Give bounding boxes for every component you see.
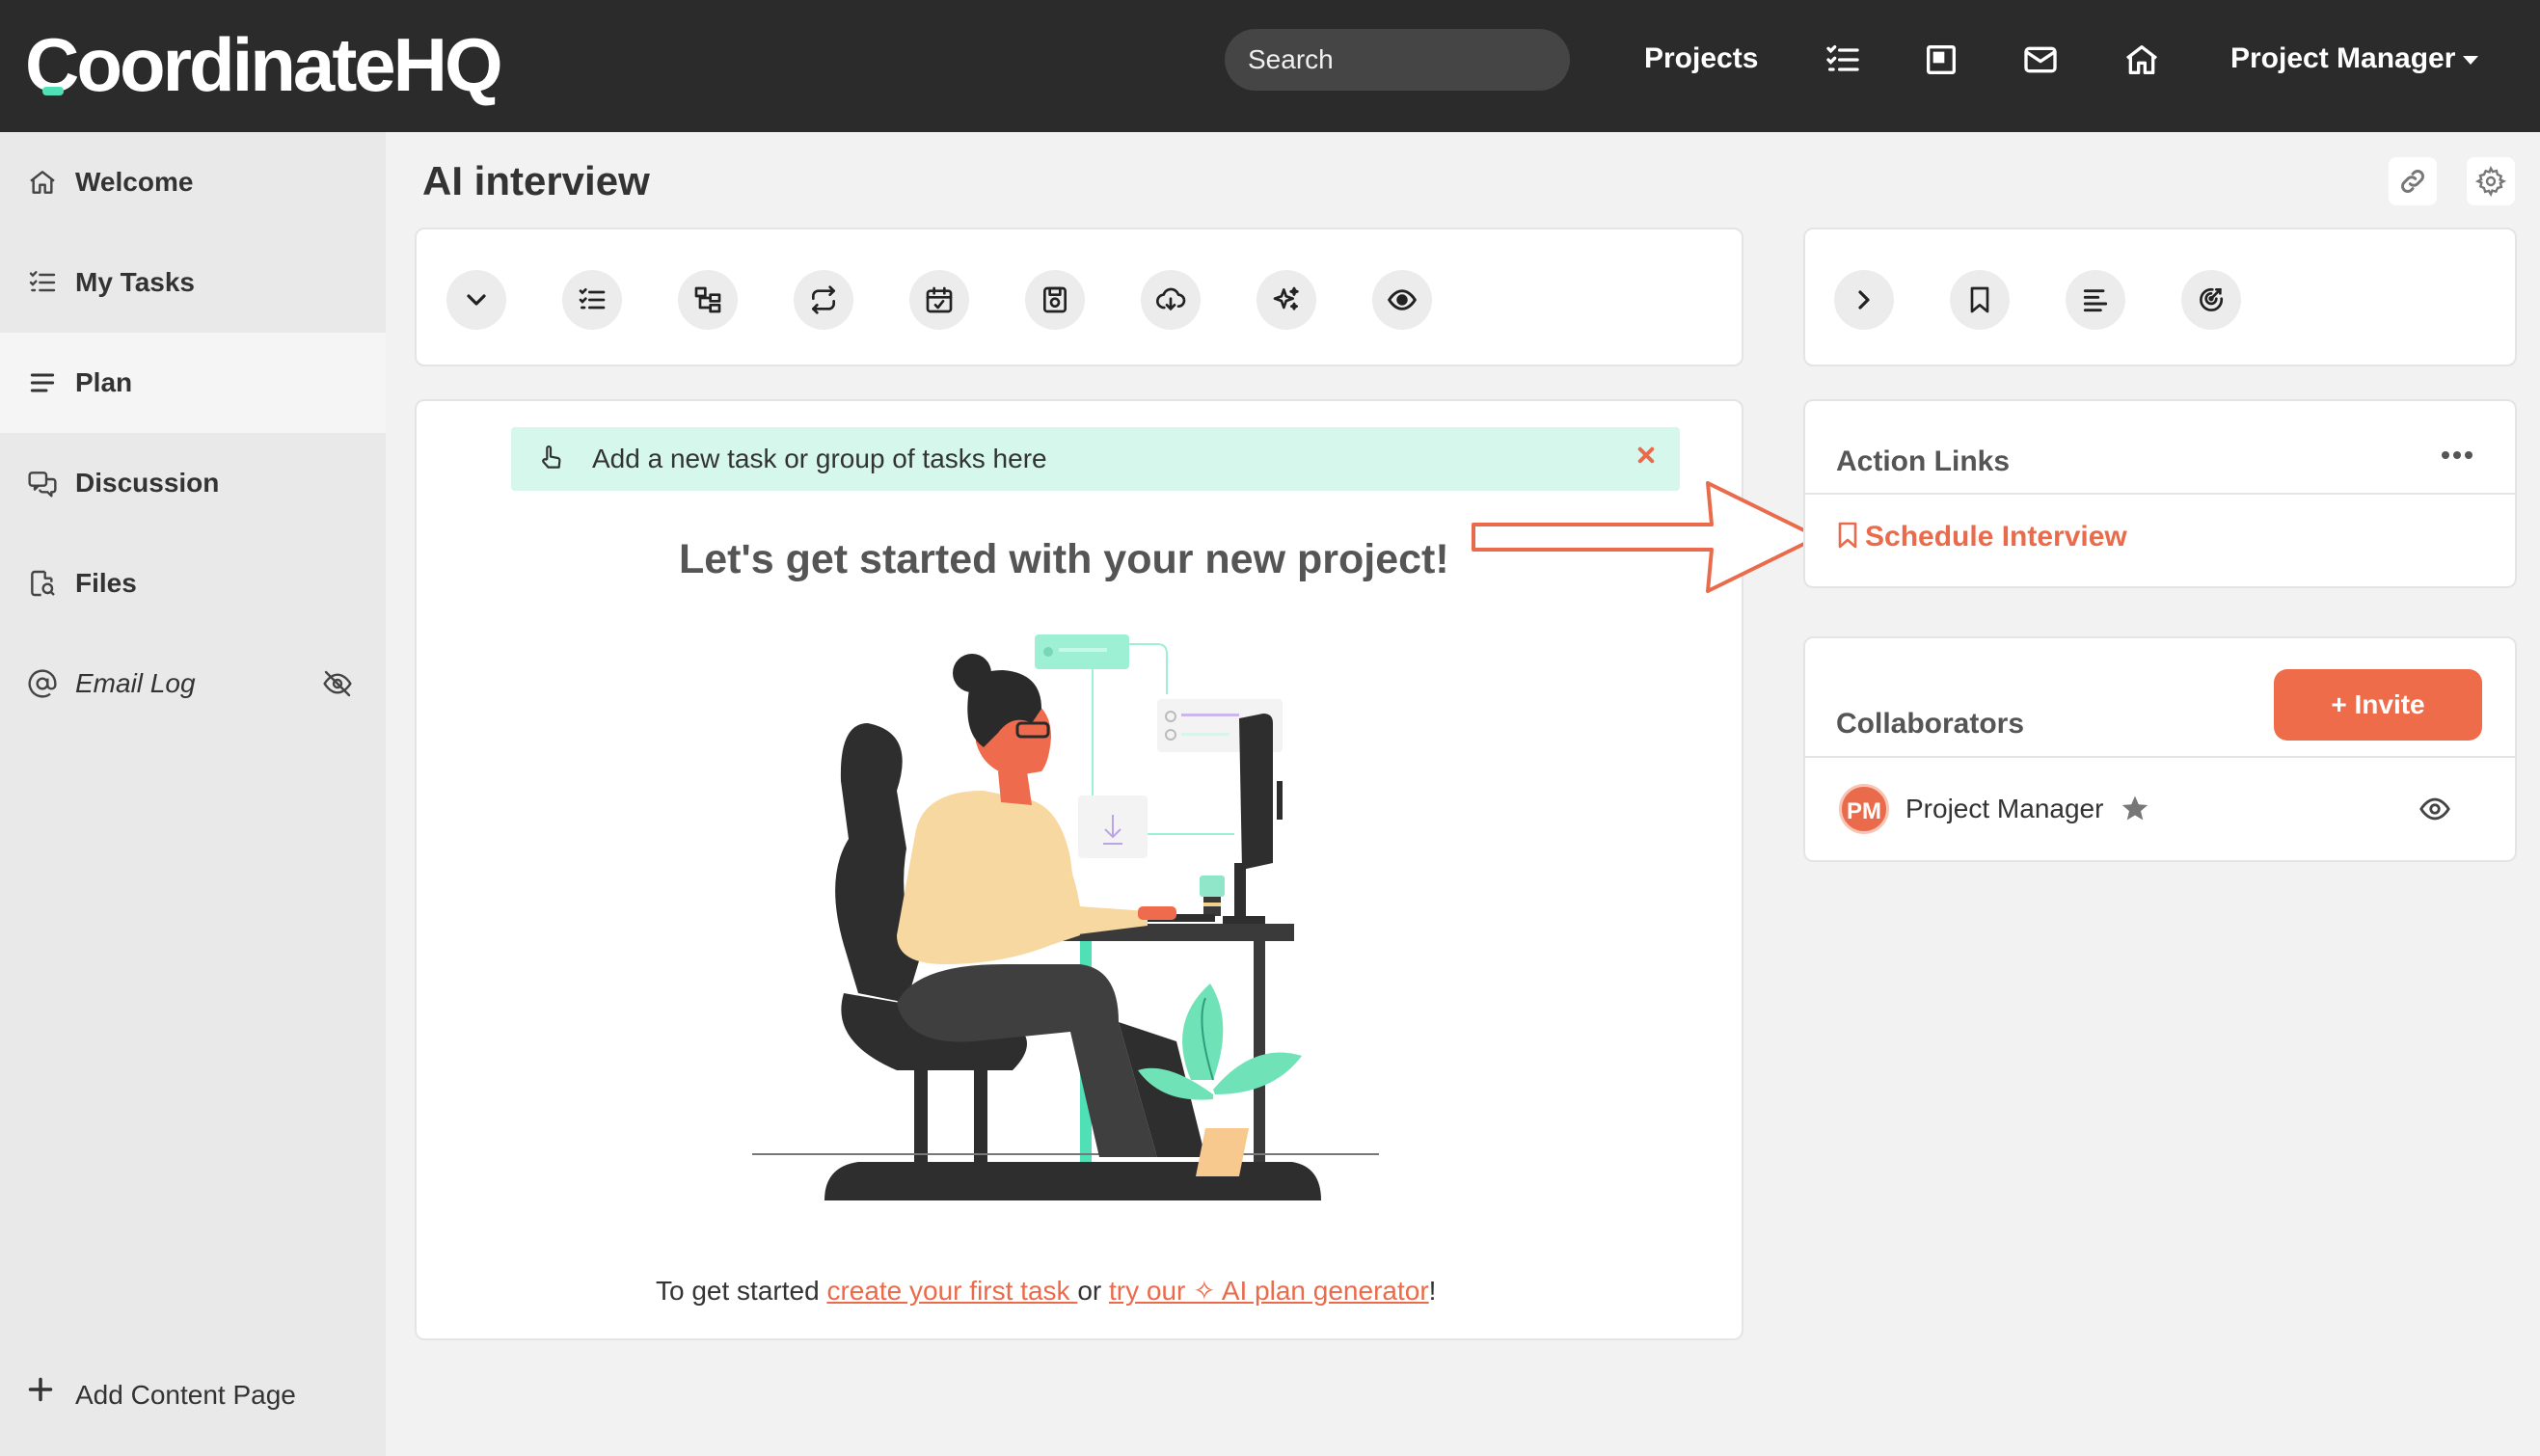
plus-icon: [28, 1377, 53, 1402]
collapse-button[interactable]: [446, 270, 506, 330]
divider: [1805, 756, 2515, 758]
settings-button[interactable]: [2467, 157, 2515, 205]
repeat-icon: [812, 285, 835, 314]
sidebar-item-plan[interactable]: Plan: [0, 333, 386, 433]
sidebar-item-discussion[interactable]: Discussion: [0, 433, 386, 533]
home-icon: [30, 171, 55, 194]
ai-plan-generator-link[interactable]: try our ✧ AI plan generator: [1109, 1276, 1429, 1306]
align-left-icon: [2083, 289, 2108, 312]
task-list-icon: [579, 288, 606, 310]
footer-suffix: !: [1428, 1276, 1437, 1306]
chevron-down-icon: [467, 294, 486, 306]
sidebar-item-label: Welcome: [75, 167, 194, 197]
chevron-right-icon: [1858, 290, 1870, 310]
plan-toolbar: [415, 228, 1743, 366]
logo[interactable]: CoordinateHQ: [25, 21, 503, 108]
schedule-interview-label: Schedule Interview: [1865, 521, 2127, 553]
gear-icon: [2475, 166, 2506, 197]
sidebar-item-label: Files: [75, 568, 137, 598]
mail-icon[interactable]: [2021, 40, 2060, 79]
dashboard-icon[interactable]: [1922, 40, 1960, 79]
sidebar-item-label: Plan: [75, 367, 133, 397]
cloud-download-icon: [1156, 287, 1186, 310]
right-panel-toolbar: [1803, 228, 2517, 366]
action-links-button[interactable]: [1950, 270, 2010, 330]
more-options-icon[interactable]: [2440, 447, 2474, 463]
divider: [1805, 493, 2515, 495]
save-template-button[interactable]: [1025, 270, 1085, 330]
summary-button[interactable]: [2066, 270, 2125, 330]
at-icon: [28, 669, 57, 698]
add-content-page-label: Add Content Page: [75, 1380, 296, 1410]
add-task-button[interactable]: [562, 270, 622, 330]
calendar-check-icon: [926, 286, 953, 313]
eye-icon[interactable]: [2418, 793, 2451, 825]
collaborator-name: Project Manager: [1905, 794, 2104, 823]
invite-button[interactable]: + Invite: [2274, 669, 2482, 741]
eye-icon: [1387, 289, 1418, 310]
add-content-page-button[interactable]: Add Content Page: [27, 1376, 296, 1410]
caret-down-icon: [2463, 55, 2479, 65]
schedule-button[interactable]: [909, 270, 969, 330]
footer-prefix: To get started: [656, 1276, 827, 1306]
user-menu-label: Project Manager: [2230, 42, 2456, 74]
target-icon: [2200, 287, 2224, 311]
goals-button[interactable]: [2181, 270, 2241, 330]
eye-off-icon[interactable]: [320, 668, 355, 699]
ai-generator-button[interactable]: [1256, 270, 1316, 330]
empty-state-illustration: [752, 634, 1379, 1200]
task-list-icon: [29, 271, 56, 292]
collaborators-title: Collaborators: [1836, 708, 2025, 740]
sidebar-item-label: Discussion: [75, 468, 220, 498]
download-button[interactable]: [1141, 270, 1201, 330]
empty-state-title: Let's get started with your new project!: [679, 536, 1449, 582]
sidebar-item-my-tasks[interactable]: My Tasks: [0, 232, 386, 333]
visibility-button[interactable]: [1372, 270, 1432, 330]
top-bar: CoordinateHQ Projects Project Manager: [0, 0, 2540, 132]
sidebar-item-label: My Tasks: [75, 267, 195, 297]
page-title: AI interview: [422, 158, 650, 203]
copy-link-button[interactable]: [2389, 157, 2437, 205]
get-started-text: To get started create your first task or…: [656, 1275, 1436, 1307]
sparkle-icon: [1273, 286, 1299, 310]
close-icon[interactable]: [1632, 441, 1661, 470]
menu-lines-icon: [30, 373, 55, 392]
hand-pointer-icon: [542, 445, 561, 469]
create-first-task-link[interactable]: create your first task: [826, 1276, 1077, 1306]
expand-panel-button[interactable]: [1834, 270, 1894, 330]
search-input[interactable]: [1225, 29, 1570, 91]
hierarchy-icon: [694, 286, 721, 313]
logo-accent: [42, 87, 64, 95]
action-links-title: Action Links: [1836, 445, 2011, 477]
chat-icon: [28, 472, 57, 498]
bookmark-icon: [1838, 522, 1857, 549]
footer-mid: or: [1077, 1276, 1109, 1306]
avatar: PM: [1839, 784, 1889, 834]
star-icon: [2121, 795, 2148, 821]
sidebar: Welcome My Tasks Plan Discussion Files E…: [0, 132, 386, 1456]
sidebar-item-files[interactable]: Files: [0, 533, 386, 634]
save-icon: [1043, 286, 1067, 313]
file-search-icon: [31, 570, 55, 597]
sidebar-item-label: Email Log: [75, 668, 196, 698]
user-menu[interactable]: Project Manager: [2230, 42, 2479, 75]
sidebar-item-email-log[interactable]: Email Log: [0, 634, 386, 734]
projects-link[interactable]: Projects: [1644, 42, 1758, 75]
sidebar-item-welcome[interactable]: Welcome: [0, 132, 386, 232]
banner-text: Add a new task or group of tasks here: [592, 444, 1047, 473]
schedule-interview-link[interactable]: Schedule Interview: [1836, 521, 2127, 553]
link-icon: [2401, 170, 2424, 193]
recurring-button[interactable]: [794, 270, 853, 330]
home-icon[interactable]: [2122, 40, 2161, 79]
annotation-arrow: [1472, 481, 1820, 593]
task-list-icon[interactable]: [1824, 40, 1862, 79]
bookmark-icon: [1970, 286, 1989, 313]
add-group-button[interactable]: [678, 270, 738, 330]
